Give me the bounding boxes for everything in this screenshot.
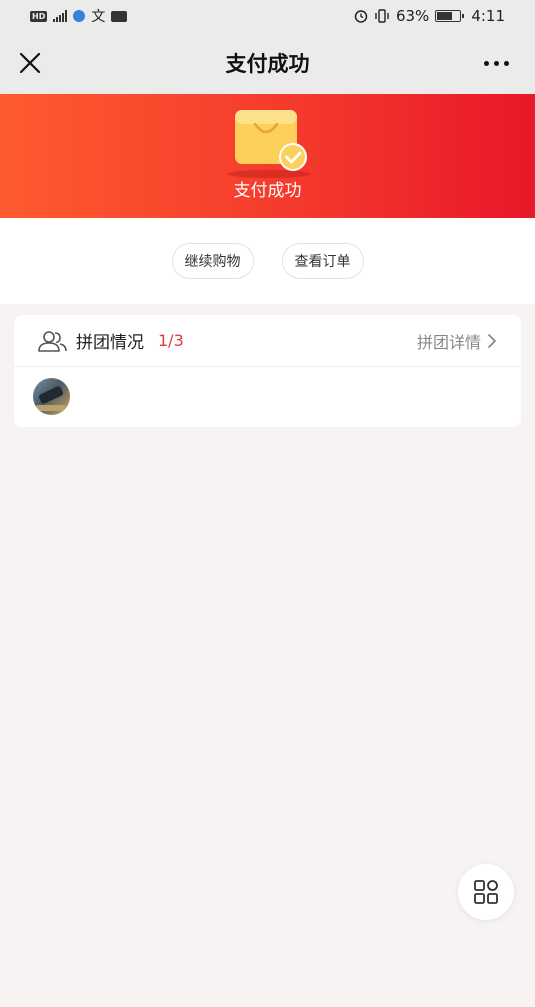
group-buy-count: 1/3 <box>158 331 184 350</box>
group-buy-card: 拼团情况 1/3 拼团详情 <box>14 315 521 427</box>
browser-icon <box>73 10 86 22</box>
group-detail-link[interactable]: 拼团详情 <box>417 329 497 353</box>
battery-icon <box>435 10 465 22</box>
status-bar-right: 63% 4:11 <box>354 7 505 25</box>
view-order-button[interactable]: 查看订单 <box>281 243 364 279</box>
action-row: 继续购物 查看订单 <box>0 218 535 304</box>
status-bar-left: HD 文 <box>30 6 128 26</box>
status-bar: HD 文 63% 4:11 <box>0 0 535 32</box>
continue-shopping-button[interactable]: 继续购物 <box>171 243 254 279</box>
avatar[interactable] <box>33 378 70 415</box>
more-icon[interactable] <box>484 61 509 66</box>
people-icon <box>38 330 67 352</box>
group-buy-header: 拼团情况 1/3 拼团详情 <box>14 315 521 367</box>
nav-bar: 支付成功 <box>0 32 535 94</box>
close-icon[interactable] <box>18 51 42 75</box>
chevron-right-icon <box>488 334 496 348</box>
battery-percent: 63% <box>395 7 430 25</box>
group-detail-label: 拼团详情 <box>416 333 481 352</box>
group-buy-title: 拼团情况 <box>76 333 144 353</box>
grid-icon <box>474 880 498 904</box>
alarm-icon <box>354 10 368 23</box>
carrier-glyph: 文 <box>91 9 106 25</box>
group-members <box>14 367 521 426</box>
message-icon <box>111 10 128 22</box>
success-banner: 支付成功 <box>0 94 535 218</box>
grid-menu-button[interactable] <box>458 864 514 920</box>
clock-time: 4:11 <box>471 7 505 25</box>
shopping-bag-check-icon <box>223 106 313 182</box>
page-title: 支付成功 <box>225 52 310 76</box>
vibrate-icon <box>375 9 389 23</box>
hd-badge: HD <box>30 10 48 22</box>
signal-icon <box>53 10 68 22</box>
